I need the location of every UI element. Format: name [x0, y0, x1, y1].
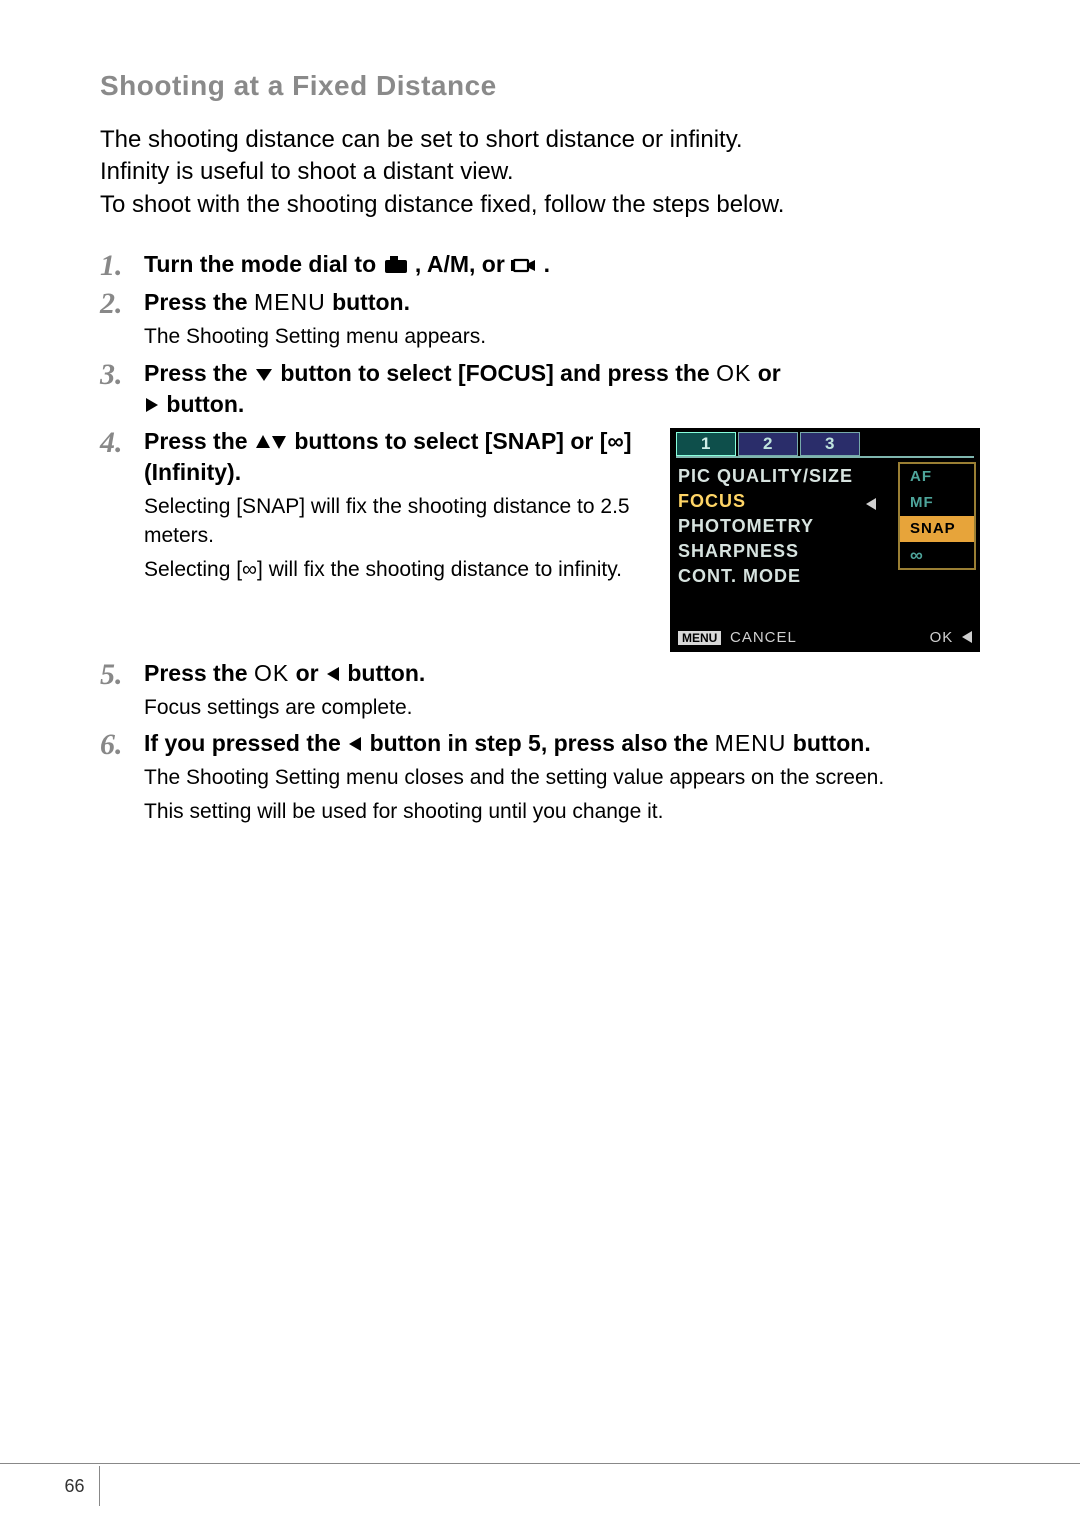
step-subtext: The Shooting Setting menu appears.: [144, 322, 980, 351]
step-number: 6.: [100, 728, 144, 826]
manual-page: Shooting at a Fixed Distance The shootin…: [0, 0, 1080, 826]
lcd-option: ∞: [900, 542, 974, 568]
lcd-option-selected: SNAP: [900, 516, 974, 542]
selection-triangle-icon: [866, 498, 876, 510]
step-heading: Press the OK or button.: [144, 658, 980, 689]
step-heading: If you pressed the button in step 5, pre…: [144, 728, 980, 759]
step-number: 3.: [100, 358, 144, 420]
step-heading: Press the button to select [FOCUS] and p…: [144, 358, 980, 420]
triangle-up-down-icon: [254, 433, 288, 451]
lcd-option: MF: [900, 490, 974, 516]
movie-icon: [511, 254, 537, 274]
lcd-options-box: AF MF SNAP ∞: [898, 462, 976, 570]
intro-text: The shooting distance can be set to shor…: [100, 124, 980, 221]
step-subtext: Selecting [SNAP] will fix the shooting d…: [144, 492, 652, 551]
step-5: 5. Press the OK or button. Focus setting…: [100, 658, 980, 722]
step-6: 6. If you pressed the button in step 5, …: [100, 728, 980, 826]
intro-line: Infinity is useful to shoot a distant vi…: [100, 156, 980, 188]
steps-list: 1. Turn the mode dial to , A/M, or . 2.: [100, 249, 980, 826]
step-3: 3. Press the button to select [FOCUS] an…: [100, 358, 980, 420]
step-number: 4.: [100, 426, 144, 652]
lcd-option: AF: [900, 464, 974, 490]
step-4: 4. Press the buttons to sele: [100, 426, 980, 652]
intro-line: To shoot with the shooting distance fixe…: [100, 189, 980, 221]
page-number: 66: [50, 1466, 100, 1506]
footer-divider: [0, 1463, 1080, 1464]
lcd-tab: 2: [738, 432, 798, 456]
lcd-tabs: 1 2 3: [670, 428, 980, 456]
menu-label-icon: MENU: [678, 631, 721, 645]
triangle-left-icon: [347, 735, 363, 753]
camera-icon: [383, 254, 409, 274]
step-number: 5.: [100, 658, 144, 722]
lcd-cancel-label: CANCEL: [730, 629, 797, 646]
step-number: 2.: [100, 287, 144, 351]
step-heading: Press the MENU button.: [144, 287, 980, 318]
section-title: Shooting at a Fixed Distance: [100, 70, 980, 102]
step-1: 1. Turn the mode dial to , A/M, or .: [100, 249, 980, 281]
camera-lcd-screenshot: 1 2 3 PIC QUALITY/SIZE FOCUS PHOTOMETRY …: [670, 428, 980, 652]
triangle-right-icon: [144, 396, 160, 414]
step-heading: Press the buttons to select [SNAP] or [∞…: [144, 426, 652, 488]
step-subtext: Selecting [∞] will fix the shooting dist…: [144, 555, 652, 584]
triangle-left-icon: [962, 631, 972, 643]
step-2: 2. Press the MENU button. The Shooting S…: [100, 287, 980, 351]
step-subtext: Focus settings are complete.: [144, 693, 980, 722]
lcd-tab: 3: [800, 432, 860, 456]
step-subtext: The Shooting Setting menu closes and the…: [144, 763, 980, 792]
step-subtext: This setting will be used for shooting u…: [144, 797, 980, 826]
triangle-down-icon: [254, 367, 274, 383]
lcd-footer: MENU CANCEL OK: [670, 626, 980, 652]
triangle-left-icon: [325, 665, 341, 683]
step-heading: Turn the mode dial to , A/M, or .: [144, 249, 980, 280]
intro-line: The shooting distance can be set to shor…: [100, 124, 980, 156]
lcd-ok-label: OK: [930, 629, 954, 646]
step-number: 1.: [100, 249, 144, 281]
lcd-tab: 1: [676, 432, 736, 456]
